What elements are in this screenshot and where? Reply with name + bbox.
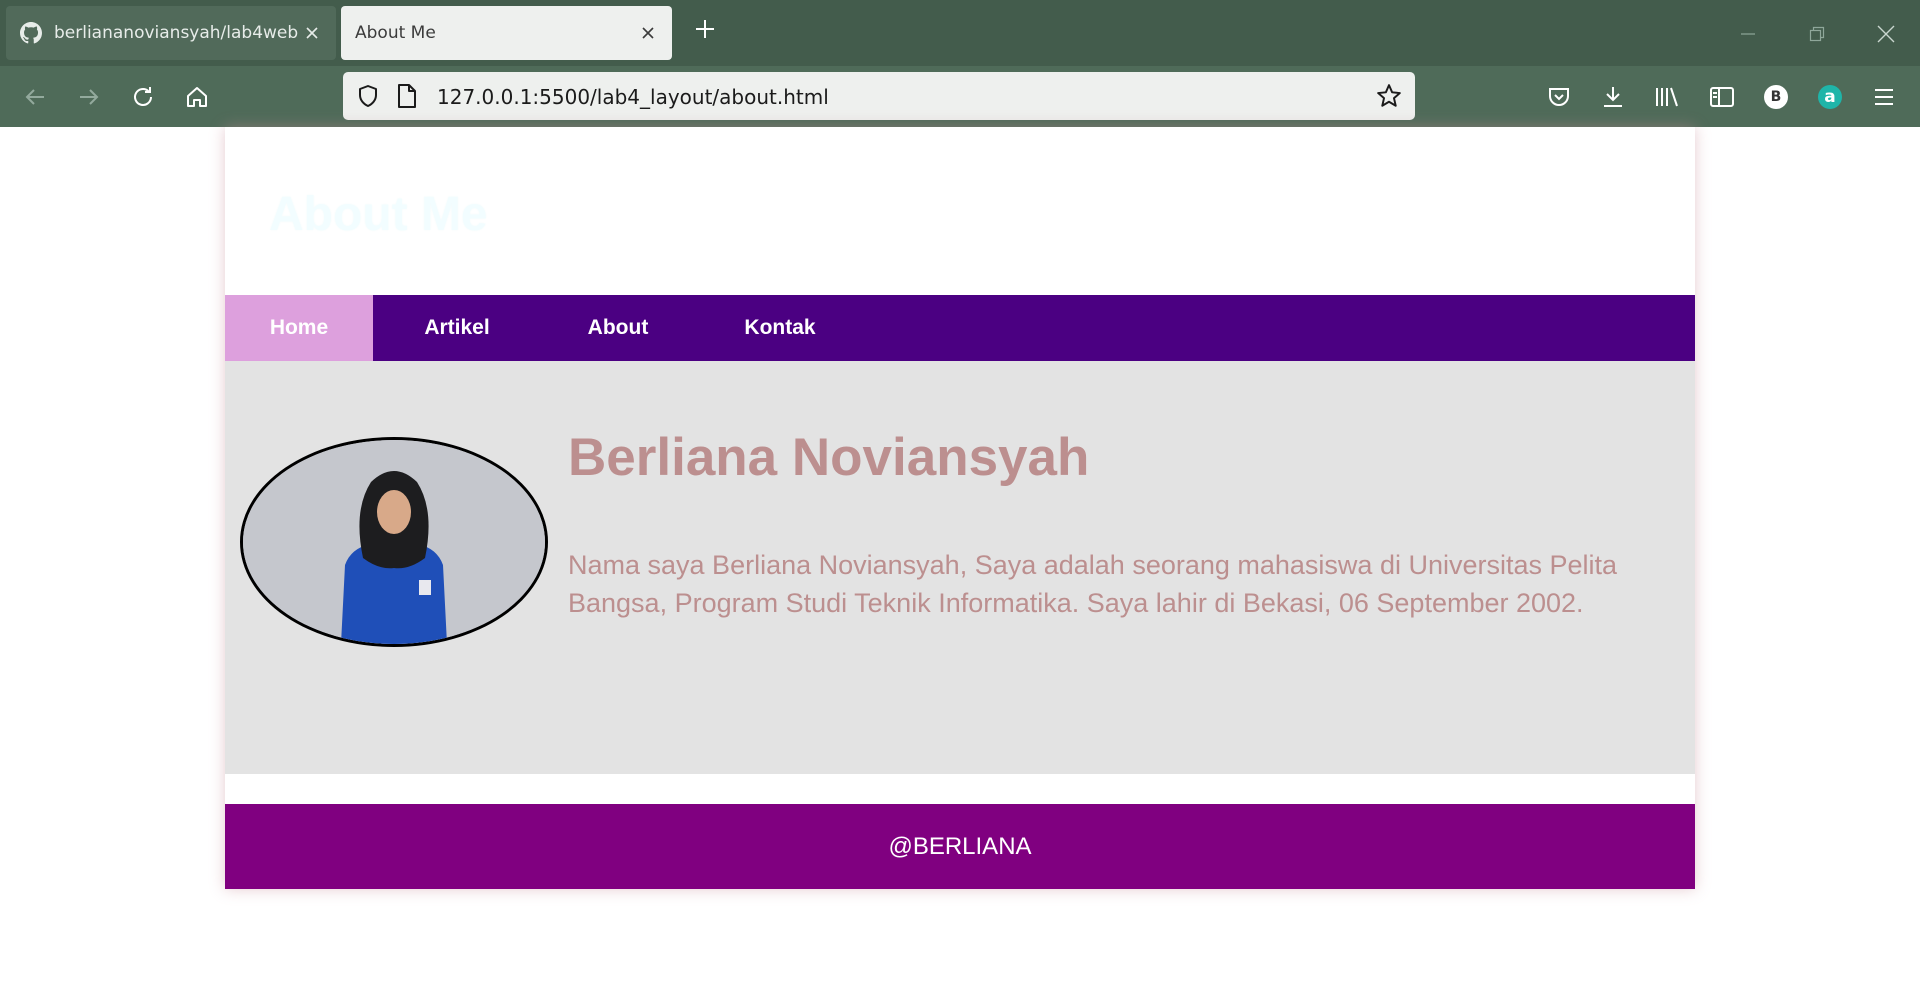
reload-icon [134, 87, 152, 106]
restore-icon [1809, 26, 1825, 42]
nav-kontak[interactable]: Kontak [695, 295, 865, 361]
close-icon [1877, 25, 1895, 43]
site-footer: @BERLIANA [225, 804, 1695, 889]
about-section: Berliana Noviansyah Nama saya Berliana N… [225, 361, 1695, 774]
new-tab-button[interactable] [688, 14, 722, 48]
nav-home[interactable]: Home [225, 295, 373, 361]
profile-photo [240, 437, 548, 647]
extension-icon: a [1818, 85, 1842, 109]
account-avatar-icon: B [1764, 85, 1788, 109]
reload-button[interactable] [123, 77, 163, 117]
library-button[interactable] [1652, 82, 1682, 112]
profile-name: Berliana Noviansyah [568, 428, 1090, 487]
page-icon[interactable] [397, 84, 417, 108]
sidebar-button[interactable] [1707, 82, 1737, 112]
close-icon[interactable] [302, 23, 322, 43]
arrow-left-icon [25, 89, 44, 105]
home-button[interactable] [177, 77, 217, 117]
close-window-button[interactable] [1866, 14, 1906, 54]
nav-about[interactable]: About [541, 295, 695, 361]
url-host: 127.0.0.1 [437, 85, 533, 109]
extension-letter: a [1824, 87, 1836, 107]
main-nav: Home Artikel About Kontak [225, 295, 1695, 361]
url-text[interactable]: 127.0.0.1:5500/lab4_layout/about.html [437, 85, 829, 109]
site-header: About Me [225, 127, 1695, 295]
home-icon [187, 87, 207, 107]
library-icon [1656, 87, 1678, 107]
page-container: About Me Home Artikel About Kontak Berli… [225, 127, 1695, 889]
tab-about-me[interactable]: About Me [341, 6, 672, 60]
github-icon [20, 22, 42, 44]
tab-title: About Me [355, 23, 436, 43]
downloads-button[interactable] [1598, 82, 1628, 112]
shield-icon[interactable] [356, 84, 380, 108]
tab-github[interactable]: berliananoviansyah/lab4web [6, 6, 336, 60]
menu-button[interactable] [1869, 82, 1899, 112]
plus-icon [696, 20, 714, 38]
person-photo-image [243, 440, 545, 644]
pocket-icon [1549, 88, 1569, 106]
tab-title: berliananoviansyah/lab4web [54, 23, 299, 43]
account-initial: B [1770, 89, 1782, 105]
back-button[interactable] [15, 77, 55, 117]
minimize-button[interactable] [1728, 14, 1768, 54]
footer-text: @BERLIANA [888, 832, 1032, 860]
forward-button[interactable] [69, 77, 109, 117]
close-icon[interactable] [638, 23, 658, 43]
download-icon [1604, 87, 1622, 107]
hamburger-menu-icon [1875, 89, 1893, 105]
arrow-right-icon [80, 89, 99, 105]
account-button[interactable]: B [1761, 82, 1791, 112]
star-icon[interactable] [1376, 83, 1402, 109]
minimize-icon [1741, 33, 1755, 35]
pocket-button[interactable] [1544, 82, 1574, 112]
extension-button[interactable]: a [1815, 82, 1845, 112]
page-title: About Me [269, 188, 488, 241]
sidebar-icon [1710, 87, 1734, 107]
url-path: :5500/lab4_layout/about.html [532, 85, 829, 109]
address-bar[interactable]: 127.0.0.1:5500/lab4_layout/about.html [343, 72, 1415, 120]
profile-bio: Nama saya Berliana Noviansyah, Saya adal… [568, 550, 1618, 618]
nav-artikel[interactable]: Artikel [373, 295, 541, 361]
restore-button[interactable] [1797, 14, 1837, 54]
